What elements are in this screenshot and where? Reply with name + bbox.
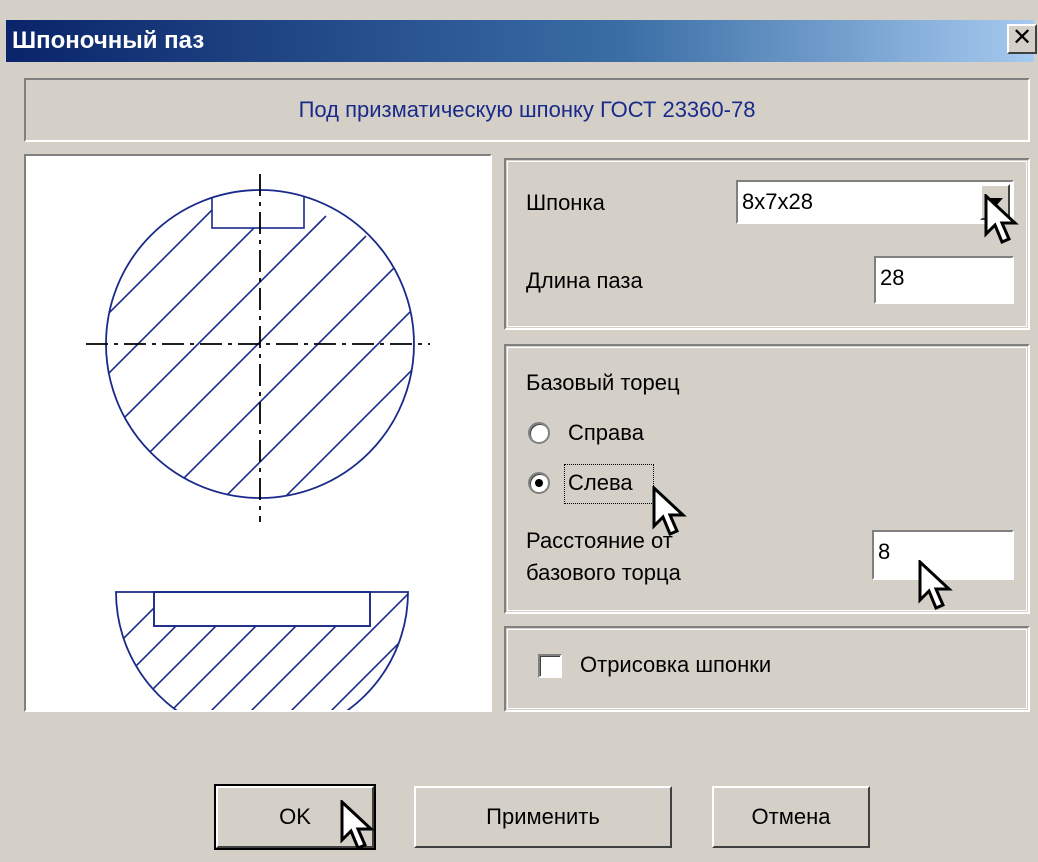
- radio-left-label[interactable]: Слева: [568, 470, 633, 496]
- slot-length-input[interactable]: 28: [874, 256, 1014, 304]
- mouse-pointer-icon: [652, 486, 687, 536]
- close-button[interactable]: ✕: [1007, 24, 1037, 54]
- apply-button[interactable]: Применить: [414, 786, 672, 848]
- keyway-drawing: [24, 154, 492, 739]
- distance-value: 8: [878, 539, 891, 564]
- draw-key-group: Отрисовка шпонки: [504, 626, 1030, 712]
- apply-button-label: Применить: [486, 804, 600, 829]
- title-bar[interactable]: Шпоночный паз ✕: [6, 20, 1037, 62]
- distance-label-line2: базового торца: [526, 560, 681, 585]
- draw-key-label[interactable]: Отрисовка шпонки: [580, 652, 771, 678]
- draw-key-checkbox[interactable]: [538, 654, 562, 678]
- mouse-pointer-icon: [984, 194, 1019, 244]
- header-panel: Под призматическую шпонку ГОСТ 23360-78: [24, 78, 1030, 142]
- key-combobox[interactable]: 8x7x28: [736, 180, 1014, 224]
- slot-length-label: Длина паза: [526, 268, 643, 293]
- ok-button-label: OK: [279, 804, 311, 829]
- key-group: Шпонка 8x7x28 Длина паза 28: [504, 158, 1030, 330]
- radio-left[interactable]: [528, 472, 550, 494]
- cancel-button-label: Отмена: [751, 804, 831, 829]
- cancel-button[interactable]: Отмена: [712, 786, 870, 848]
- distance-label-line1: Расстояние от: [526, 528, 673, 553]
- header-label: Под призматическую шпонку ГОСТ 23360-78: [298, 97, 756, 122]
- dialog-window: Шпоночный паз ✕ Под призматическую шпонк…: [0, 0, 1038, 862]
- mouse-pointer-icon: [340, 800, 375, 850]
- close-icon: ✕: [1011, 24, 1033, 51]
- window-title: Шпоночный паз: [12, 27, 205, 54]
- base-face-title: Базовый торец: [526, 370, 680, 395]
- keyway-drawing-svg: [86, 174, 430, 739]
- lower-section-hatch: [116, 592, 408, 717]
- mouse-pointer-icon: [918, 560, 953, 610]
- key-label: Шпонка: [526, 190, 605, 215]
- key-combobox-value: 8x7x28: [742, 189, 813, 214]
- radio-right[interactable]: [528, 422, 550, 444]
- radio-right-label[interactable]: Справа: [568, 420, 644, 446]
- slot-length-value: 28: [880, 265, 905, 290]
